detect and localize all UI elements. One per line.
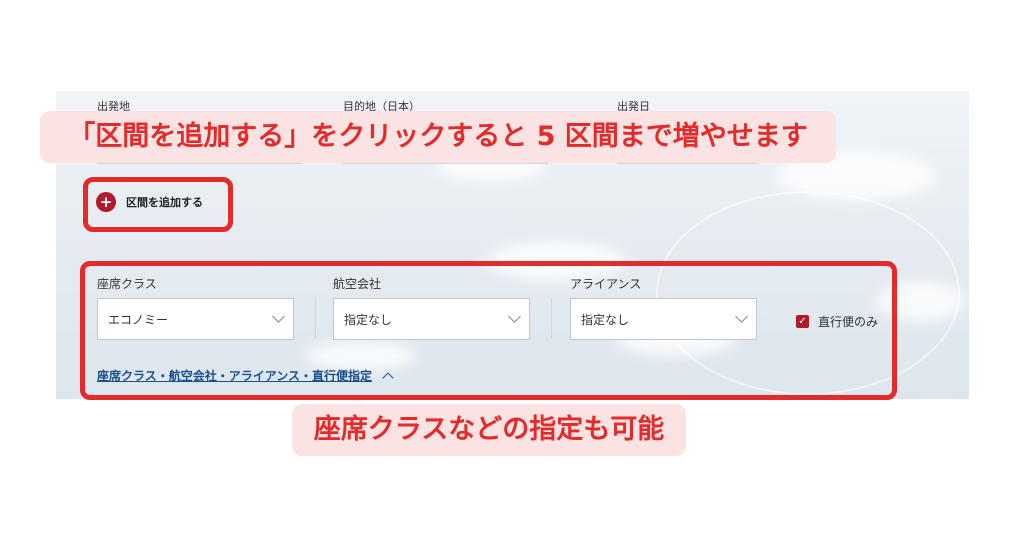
highlight-options: [80, 261, 897, 400]
highlight-add-segment: [83, 177, 233, 232]
origin-input-underline[interactable]: [97, 163, 302, 164]
destination-input-underline[interactable]: [343, 163, 548, 164]
annotation-bottom: 座席クラスなどの指定も可能: [292, 404, 686, 456]
departure-date-input-underline[interactable]: [617, 163, 757, 164]
annotation-top: 「区間を追加する」をクリックすると 5 区間まで増やせます: [40, 111, 836, 163]
